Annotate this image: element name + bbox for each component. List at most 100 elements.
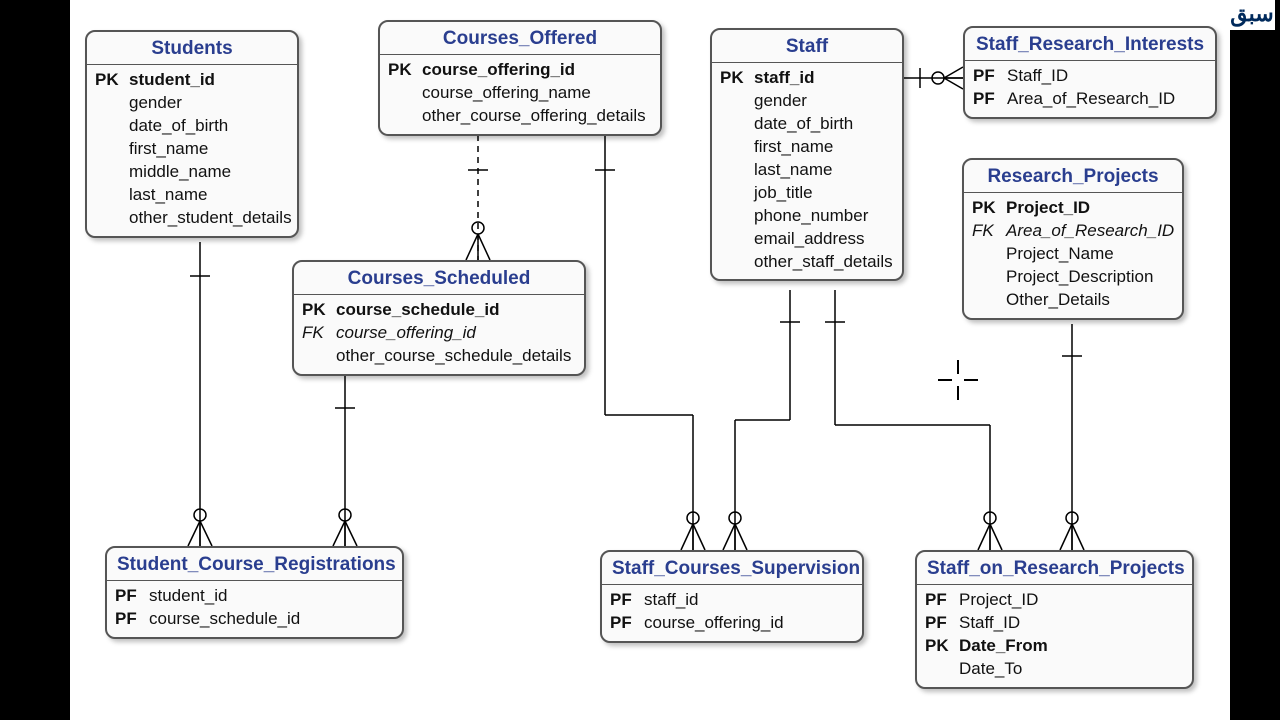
attr-name: Date_To xyxy=(959,658,1022,681)
attr-key xyxy=(720,182,746,205)
attr-row: PF student_id xyxy=(115,585,394,608)
entity-research-projects[interactable]: Research_Projects PK Project_ID FK Area_of_R… xyxy=(962,158,1184,320)
entity-attrs: PKcourse_offering_idcourse_offering_name… xyxy=(380,55,660,134)
entity-title: Staff_Research_Interests xyxy=(965,28,1215,61)
attr-row: gender xyxy=(720,90,894,113)
attr-name: other_course_offering_details xyxy=(422,105,646,128)
attr-row: PFcourse_schedule_id xyxy=(115,608,394,631)
attr-row: date_of_birth xyxy=(95,115,289,138)
attr-row: FK Area_of_Research_ID xyxy=(972,220,1174,243)
attr-name: other_student_details xyxy=(129,207,292,230)
attr-name: other_course_schedule_details xyxy=(336,345,571,368)
attr-row: PKcourse_offering_id xyxy=(388,59,652,82)
entity-staff[interactable]: StaffPKstaff_idgenderdate_of_birthfirst_… xyxy=(710,28,904,281)
attr-row: PKstudent_id xyxy=(95,69,289,92)
attr-row: PFArea_of_Research_ID xyxy=(973,88,1207,111)
attr-name: course_offering_id xyxy=(644,612,784,635)
attr-name: Project_Description xyxy=(1006,266,1153,289)
attr-key: FK xyxy=(972,220,998,243)
attr-name: last_name xyxy=(129,184,207,207)
attr-key xyxy=(95,138,121,161)
attr-row: PK Project_ID xyxy=(972,197,1174,220)
entity-attrs: PF student_idPFcourse_schedule_id xyxy=(107,581,402,637)
attr-key xyxy=(972,266,998,289)
attr-key xyxy=(302,345,328,368)
attr-key: PF xyxy=(115,585,141,608)
entity-title: Research_Projects xyxy=(964,160,1182,193)
attr-name: student_id xyxy=(149,585,227,608)
crosshair-cursor xyxy=(938,360,978,400)
attr-key xyxy=(95,115,121,138)
attr-key xyxy=(720,228,746,251)
attr-name: staff_id xyxy=(644,589,699,612)
entity-staff-courses-supervision[interactable]: Staff_Courses_Supervision PF staff_id PF cou… xyxy=(600,550,864,643)
attr-row: email_address xyxy=(720,228,894,251)
attr-name: email_address xyxy=(754,228,865,251)
entity-attrs: PKstudent_idgenderdate_of_birthfirst_nam… xyxy=(87,65,297,236)
erd-canvas: StudentsPKstudent_idgenderdate_of_birthf… xyxy=(70,0,1230,720)
attr-key: PF xyxy=(610,589,636,612)
entity-courses-offered[interactable]: Courses_OfferedPKcourse_offering_idcours… xyxy=(378,20,662,136)
entity-title: Staff_Courses_Supervision xyxy=(602,552,862,585)
attr-row: phone_number xyxy=(720,205,894,228)
attr-row: PF Staff_ID xyxy=(973,65,1207,88)
attr-name: Project_ID xyxy=(959,589,1038,612)
attr-key xyxy=(720,113,746,136)
attr-row: PF course_offering_id xyxy=(610,612,854,635)
attr-row: PFStaff_ID xyxy=(925,612,1184,635)
attr-key xyxy=(720,159,746,182)
attr-name: Project_ID xyxy=(1006,197,1090,220)
attr-key: PF xyxy=(610,612,636,635)
attr-key xyxy=(972,289,998,312)
attr-key: PK xyxy=(925,635,951,658)
attr-row: last_name xyxy=(720,159,894,182)
attr-row: PFProject_ID xyxy=(925,589,1184,612)
attr-key: PK xyxy=(972,197,998,220)
entity-student-course-registrations[interactable]: Student_Course_RegistrationsPFstudent_id… xyxy=(105,546,404,639)
attr-row: other_course_schedule_details xyxy=(302,345,576,368)
attr-key xyxy=(95,184,121,207)
attr-row: course_offering_name xyxy=(388,82,652,105)
attr-key: PK xyxy=(302,299,328,322)
attr-key xyxy=(972,243,998,266)
attr-row: other_staff_details xyxy=(720,251,894,274)
entity-attrs: PKstaff_idgenderdate_of_birthfirst_namel… xyxy=(712,63,902,279)
attr-key xyxy=(388,82,414,105)
attr-key: PK xyxy=(720,67,746,90)
attr-row: last_name xyxy=(95,184,289,207)
entity-attrs: PK Project_ID FK Area_of_Research_ID Project… xyxy=(964,193,1182,318)
attr-key: PF xyxy=(973,65,999,88)
attr-row: PK course_schedule_id xyxy=(302,299,576,322)
entity-staff-research-interests[interactable]: Staff_Research_Interests PF Staff_IDPFArea… xyxy=(963,26,1217,119)
attr-name: course_offering_id xyxy=(422,59,575,82)
entity-attrs: PK course_schedule_id FK course_offering_id… xyxy=(294,295,584,374)
entity-title: Staff_on_Research_Projects xyxy=(917,552,1192,585)
attr-name: Area_of_Research_ID xyxy=(1006,220,1174,243)
attr-row: PKDate_From xyxy=(925,635,1184,658)
attr-name: other_staff_details xyxy=(754,251,893,274)
entity-students[interactable]: StudentsPKstudent_idgenderdate_of_birthf… xyxy=(85,30,299,238)
attr-name: Staff_ID xyxy=(1007,65,1068,88)
attr-name: gender xyxy=(129,92,182,115)
attr-row: job_title xyxy=(720,182,894,205)
attr-name: phone_number xyxy=(754,205,868,228)
attr-name: date_of_birth xyxy=(129,115,228,138)
attr-key xyxy=(720,251,746,274)
attr-name: course_offering_id xyxy=(336,322,476,345)
attr-row: PKstaff_id xyxy=(720,67,894,90)
attr-key: FK xyxy=(302,322,328,345)
attr-key: PK xyxy=(95,69,121,92)
entity-attrs: PF staff_id PF course_offering_id xyxy=(602,585,862,641)
attr-row: Project_Description xyxy=(972,266,1174,289)
entity-staff-on-research-projects[interactable]: Staff_on_Research_Projects PFProject_IDPF… xyxy=(915,550,1194,689)
attr-row: Other_Details xyxy=(972,289,1174,312)
entity-courses-scheduled[interactable]: Courses_ScheduledPKcourse_schedule_idFKc… xyxy=(292,260,586,376)
attr-name: middle_name xyxy=(129,161,231,184)
attr-name: course_schedule_id xyxy=(336,299,499,322)
attr-key xyxy=(720,205,746,228)
attr-name: Area_of_Research_ID xyxy=(1007,88,1175,111)
attr-name: date_of_birth xyxy=(754,113,853,136)
attr-key xyxy=(95,161,121,184)
attr-key xyxy=(720,90,746,113)
entity-title: Courses_Offered xyxy=(380,22,660,55)
